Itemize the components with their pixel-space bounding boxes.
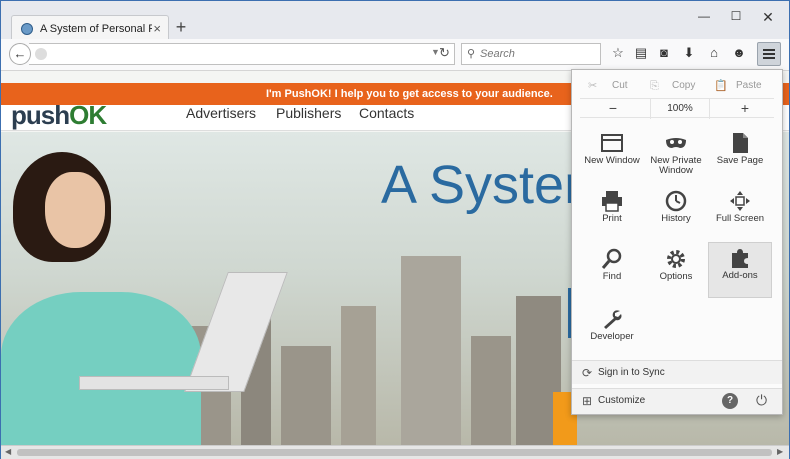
options-item[interactable]: Options — [644, 244, 708, 300]
chat-icon[interactable]: ☻ — [731, 45, 747, 63]
fullscreen-icon — [730, 191, 750, 211]
sync-label: Sign in to Sync — [598, 367, 665, 378]
search-icon: ⚲ — [467, 48, 476, 60]
gear-icon — [667, 250, 685, 268]
scrollbar-thumb[interactable] — [17, 449, 772, 456]
site-favicon-icon — [21, 23, 33, 35]
navigation-toolbar: ▼ ← ↻ ⚲ Search ☆ ▤ ◙ ⬇ ⌂ ☻ — [1, 39, 789, 71]
hamburger-menu-button[interactable] — [757, 42, 781, 66]
tab-close-icon[interactable]: × — [153, 21, 161, 36]
page-icon — [733, 133, 748, 153]
print-item[interactable]: Print — [580, 186, 644, 242]
app-menu-panel: ✂ Cut ⎘ Copy 📋 Paste − 100% + New Window… — [571, 69, 783, 415]
customize-icon: ⊞ — [582, 394, 593, 408]
printer-icon — [602, 191, 622, 212]
browser-window: A System of Personal Rec... × + — ☐ ✕ ▼ … — [0, 0, 790, 459]
help-icon[interactable]: ? — [722, 393, 738, 409]
nav-link-contacts[interactable]: Contacts — [359, 105, 414, 121]
bookmark-star-icon[interactable]: ☆ — [610, 45, 626, 63]
find-item[interactable]: Find — [580, 244, 644, 300]
building — [471, 336, 511, 446]
downloads-icon[interactable]: ⬇ — [681, 45, 697, 63]
scroll-left-icon[interactable]: ◀ — [5, 447, 11, 456]
laptop-base — [79, 376, 229, 390]
customize-row: ⊞ Customize ? ⏻ — [572, 388, 782, 414]
new-tab-button[interactable]: + — [173, 17, 189, 38]
minimize-button[interactable]: — — [689, 9, 719, 27]
zoom-controls: − 100% + — [580, 98, 774, 119]
zoom-out-button[interactable]: − — [598, 99, 628, 119]
close-window-button[interactable]: ✕ — [753, 9, 783, 27]
history-item[interactable]: History — [644, 186, 708, 242]
copy-icon: ⎘ — [650, 80, 659, 92]
home-icon[interactable]: ⌂ — [706, 45, 722, 63]
tab-bar: A System of Personal Rec... × + — ☐ ✕ — [1, 1, 789, 41]
magnifier-icon — [601, 248, 622, 269]
mask-icon — [666, 138, 686, 148]
horizontal-scrollbar[interactable]: ◀ ▶ — [1, 445, 789, 459]
building — [341, 306, 376, 446]
building — [281, 346, 331, 446]
nav-link-advertisers[interactable]: Advertisers — [186, 105, 256, 121]
pocket-icon[interactable]: ◙ — [656, 45, 672, 63]
developer-item[interactable]: Developer — [580, 304, 644, 360]
sign-in-sync-row[interactable]: ⟳ Sign in to Sync — [572, 360, 782, 384]
tab-title: A System of Personal Rec... — [40, 23, 152, 35]
cut-button[interactable]: Cut — [612, 76, 628, 96]
url-bar[interactable]: ▼ — [29, 43, 455, 65]
puzzle-icon — [732, 249, 748, 268]
browser-tab[interactable]: A System of Personal Rec... × — [11, 15, 169, 41]
paste-button[interactable]: Paste — [736, 76, 762, 96]
sync-icon: ⟳ — [582, 366, 593, 380]
person-face — [45, 172, 105, 248]
search-placeholder: Search — [480, 48, 515, 60]
full-screen-item[interactable]: Full Screen — [708, 186, 772, 242]
customize-button[interactable]: Customize — [598, 395, 645, 406]
site-logo[interactable]: pushOK — [11, 100, 107, 131]
maximize-button[interactable]: ☐ — [721, 9, 751, 27]
building — [401, 256, 461, 446]
copy-button[interactable]: Copy — [672, 76, 695, 96]
scroll-right-icon[interactable]: ▶ — [777, 447, 783, 456]
edit-controls: ✂ Cut ⎘ Copy 📋 Paste — [572, 76, 782, 96]
new-private-window-item[interactable]: New Private Window — [644, 128, 708, 184]
logo-suffix: OK — [69, 100, 107, 130]
wrench-icon — [604, 310, 622, 329]
zoom-in-button[interactable]: + — [730, 99, 760, 119]
zoom-reset-button[interactable]: 100% — [650, 99, 710, 119]
person-image — [1, 292, 201, 446]
new-window-icon — [601, 134, 623, 152]
clock-icon — [665, 190, 687, 212]
cut-icon: ✂ — [588, 80, 598, 92]
reading-list-icon[interactable]: ▤ — [633, 45, 649, 63]
quit-icon[interactable]: ⏻ — [756, 392, 767, 409]
site-info-icon[interactable] — [35, 48, 47, 60]
save-page-item[interactable]: Save Page — [708, 128, 772, 184]
add-ons-item[interactable]: Add-ons — [708, 242, 772, 298]
new-window-item[interactable]: New Window — [580, 128, 644, 184]
nav-link-publishers[interactable]: Publishers — [276, 105, 341, 121]
back-button[interactable]: ← — [9, 43, 31, 65]
logo-prefix: push — [11, 100, 70, 130]
reload-icon[interactable]: ↻ — [439, 45, 450, 61]
search-input[interactable]: ⚲ Search — [461, 43, 601, 65]
paste-icon: 📋 — [714, 80, 728, 92]
